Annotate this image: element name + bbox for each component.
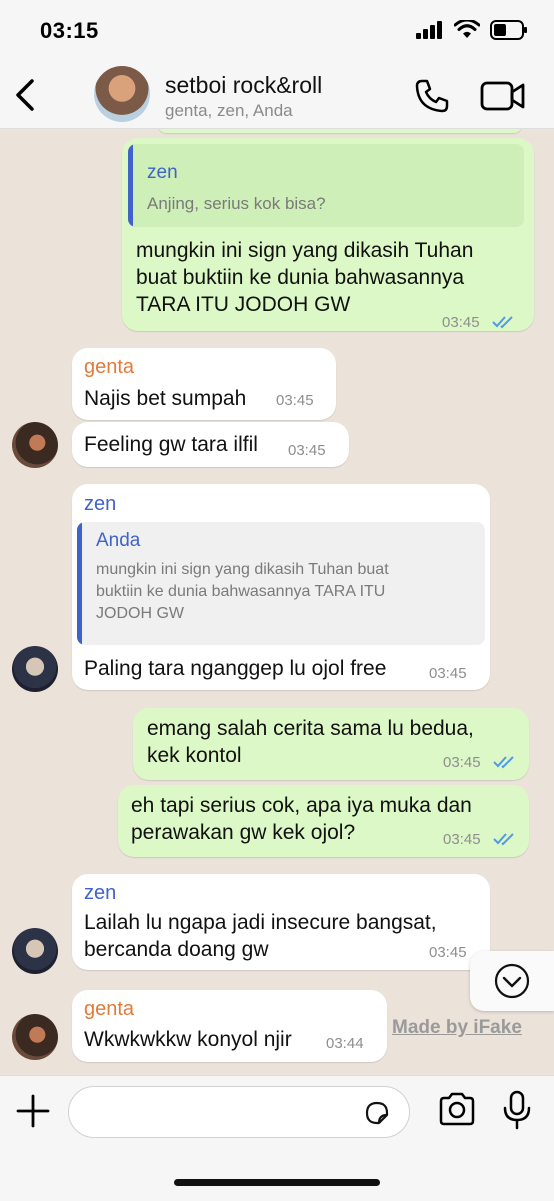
message-bubble-outgoing[interactable]: emang salah cerita sama lu bedua, kek ko… (133, 708, 529, 780)
message-line: buat buktiin ke dunia bahwasannya (136, 266, 465, 289)
message-time: 03:45 (443, 754, 481, 771)
message-text: Feeling gw tara ilfil (84, 433, 258, 456)
avatar-zen[interactable] (12, 646, 58, 692)
message-line: eh tapi serius cok, apa iya muka dan (131, 794, 472, 817)
scroll-to-bottom-button[interactable] (470, 951, 554, 1011)
message-bubble-outgoing[interactable]: zen Anjing, serius kok bisa? mungkin ini… (122, 138, 534, 331)
quote-sender: zen (147, 162, 178, 183)
quoted-message[interactable]: zen Anjing, serius kok bisa? (128, 144, 524, 227)
sender-name: genta (84, 998, 135, 1020)
battery-icon (490, 20, 527, 40)
message-line: Lailah lu ngapa jadi insecure bangsat, (84, 911, 437, 934)
status-bar: 03:15 (0, 0, 554, 62)
read-receipt-icon (493, 833, 514, 846)
message-text: eh tapi serius cok, apa iya muka dan per… (131, 792, 472, 846)
message-bubble-incoming[interactable]: Feeling gw tara ilfil 03:45 (72, 422, 349, 467)
mic-icon[interactable] (502, 1090, 532, 1130)
input-bar (0, 1075, 554, 1201)
status-time: 03:15 (40, 18, 99, 43)
watermark: Made by iFake (392, 1017, 522, 1038)
message-line: TARA ITU JODOH GW (136, 293, 351, 316)
message-time: 03:45 (288, 442, 326, 459)
sender-name: zen (84, 882, 117, 904)
back-chevron-icon[interactable] (10, 76, 42, 114)
chat-members[interactable]: genta, zen, Anda (165, 101, 293, 121)
quote-text: Anjing, serius kok bisa? (147, 194, 326, 213)
quote-line: buktiin ke dunia bahwasannya TARA ITU (96, 583, 386, 600)
message-bubble-outgoing[interactable]: eh tapi serius cok, apa iya muka dan per… (118, 785, 529, 857)
message-time: 03:45 (429, 665, 467, 682)
message-time: 03:45 (276, 392, 314, 409)
group-avatar[interactable] (94, 66, 150, 122)
camera-icon[interactable] (438, 1092, 476, 1126)
message-line: perawakan gw kek ojol? (131, 821, 356, 844)
message-line: kek kontol (147, 744, 242, 767)
message-bubble-incoming[interactable]: zen Lailah lu ngapa jadi insecure bangsa… (72, 874, 490, 970)
message-bubble-incoming[interactable]: genta Najis bet sumpah 03:45 (72, 348, 336, 420)
message-time: 03:44 (326, 1035, 364, 1052)
message-bubble-incoming[interactable]: zen Anda mungkin ini sign yang dikasih T… (72, 484, 490, 690)
message-list[interactable]: zen Anjing, serius kok bisa? mungkin ini… (0, 129, 554, 1074)
message-text: Lailah lu ngapa jadi insecure bangsat, b… (84, 909, 437, 963)
message-time: 03:45 (442, 314, 480, 331)
quote-line: JODOH GW (96, 605, 184, 622)
message-bubble-partial (158, 129, 522, 133)
wifi-icon (454, 20, 480, 38)
message-line: bercanda doang gw (84, 938, 269, 961)
quote-text: mungkin ini sign yang dikasih Tuhan buat… (96, 559, 389, 625)
message-text: Najis bet sumpah (84, 387, 247, 410)
quote-sender: Anda (96, 530, 141, 551)
scroll-down-icon (494, 963, 530, 999)
message-text: Paling tara nganggep lu ojol free (84, 657, 387, 680)
quote-bar (128, 144, 133, 227)
quote-bar (77, 522, 82, 645)
home-indicator[interactable] (174, 1179, 380, 1186)
read-receipt-icon (492, 316, 513, 329)
quote-line: mungkin ini sign yang dikasih Tuhan buat (96, 561, 389, 578)
avatar-zen[interactable] (12, 928, 58, 974)
message-bubble-incoming[interactable]: genta Wkwkwkkw konyol njir 03:44 (72, 990, 387, 1062)
message-text: mungkin ini sign yang dikasih Tuhan buat… (136, 237, 473, 318)
message-line: mungkin ini sign yang dikasih Tuhan (136, 239, 474, 262)
sender-name: genta (84, 356, 135, 378)
read-receipt-icon (493, 756, 514, 769)
status-icons (416, 20, 528, 40)
chat-title[interactable]: setboi rock&roll (165, 72, 322, 99)
phone-icon[interactable] (414, 78, 450, 114)
avatar-genta[interactable] (12, 1014, 58, 1060)
message-text: emang salah cerita sama lu bedua, kek ko… (147, 715, 474, 769)
chat-header: setboi rock&roll genta, zen, Anda (0, 62, 554, 129)
quoted-message[interactable]: Anda mungkin ini sign yang dikasih Tuhan… (77, 522, 485, 645)
video-icon[interactable] (480, 80, 526, 112)
signal-icon (416, 21, 442, 39)
message-input[interactable] (68, 1086, 410, 1138)
message-time: 03:45 (443, 831, 481, 848)
message-time: 03:45 (429, 944, 467, 961)
sender-name: zen (84, 493, 117, 515)
message-line: emang salah cerita sama lu bedua, (147, 717, 474, 740)
plus-icon[interactable] (16, 1094, 50, 1128)
message-text: Wkwkwkkw konyol njir (84, 1028, 292, 1051)
avatar-genta[interactable] (12, 422, 58, 468)
sticker-icon[interactable] (363, 1099, 391, 1127)
